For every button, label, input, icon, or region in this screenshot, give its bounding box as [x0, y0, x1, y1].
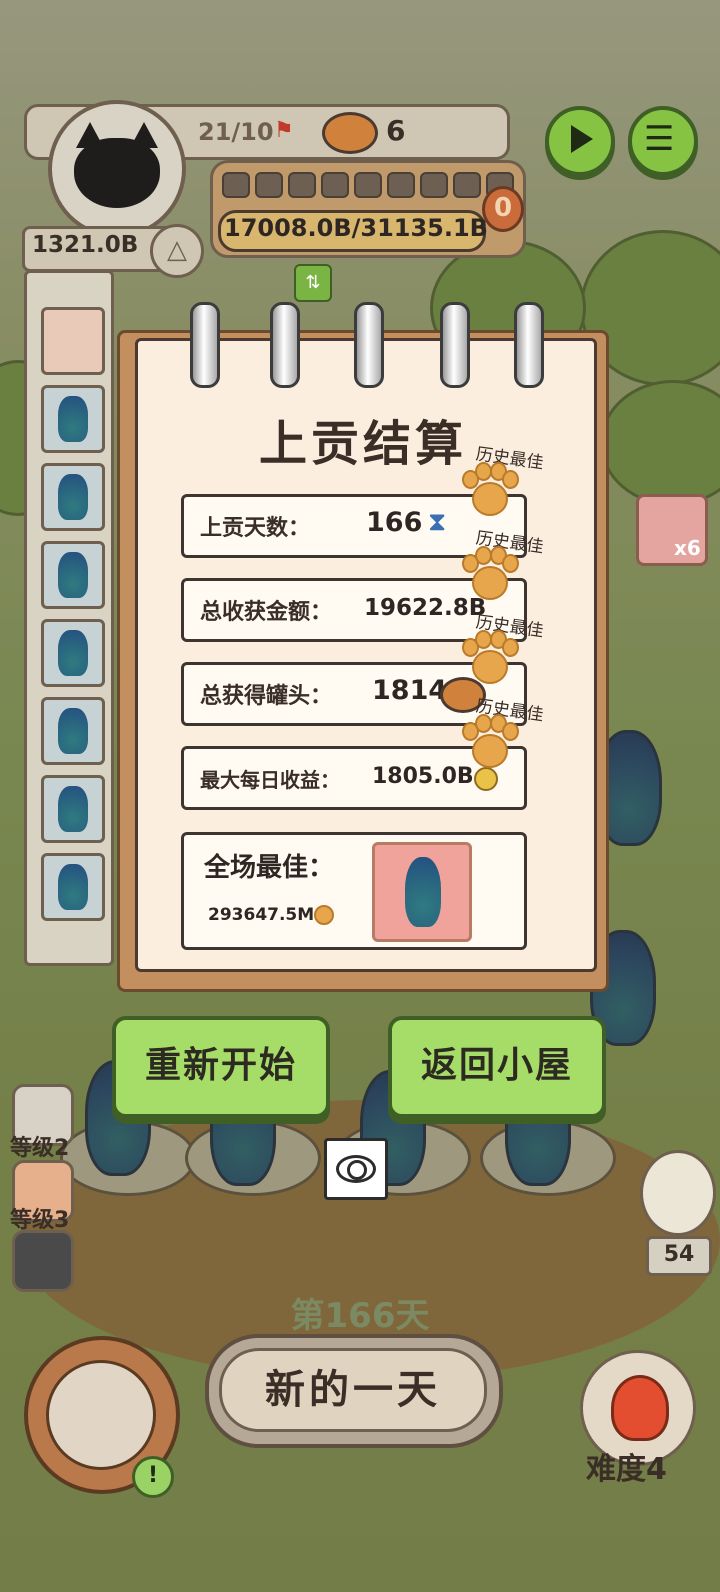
inventory-slot-scroll[interactable] — [41, 307, 105, 375]
coin-icon — [474, 767, 498, 791]
day-indicator: 第166天 — [290, 1296, 430, 1336]
fire-icon — [611, 1375, 669, 1441]
list-icon: ☰ — [644, 119, 675, 159]
return-home-button[interactable]: 返回小屋 — [388, 1016, 606, 1118]
binder-ring — [440, 302, 470, 388]
peacock-icon — [58, 708, 88, 754]
best-label: 全场最佳： — [204, 853, 335, 883]
inventory-slot[interactable] — [41, 385, 105, 453]
new-day-button[interactable]: 新的一天 — [205, 1334, 503, 1448]
red-badge[interactable]: 0 — [482, 186, 524, 232]
inventory-slot[interactable] — [41, 463, 105, 531]
side-money-value: 1321.0B — [32, 232, 139, 258]
paw-stamp-icon — [460, 462, 519, 518]
inventory-slot[interactable] — [41, 775, 105, 843]
peacock-icon — [58, 396, 88, 442]
inventory-panel — [24, 270, 114, 966]
peacock-icon — [58, 630, 88, 676]
can-icon — [322, 112, 378, 154]
clown-avatar — [46, 1360, 156, 1470]
binder-ring — [270, 302, 300, 388]
flag-icon: ⚑ — [274, 118, 294, 143]
player-avatar[interactable] — [48, 100, 186, 238]
stat-label: 总获得罐头： — [200, 684, 333, 709]
inventory-slot[interactable] — [41, 541, 105, 609]
game-scene: 21/10 ⚑ 6 17008.0B/31135.1B 0 1321.0B △ … — [0, 0, 720, 1592]
binder-ring — [514, 302, 544, 388]
new-day-label: 新的一天 — [219, 1348, 487, 1432]
stat-label: 上贡天数： — [200, 516, 311, 541]
stat-label: 最大每日收益： — [200, 768, 340, 792]
owl-character[interactable] — [640, 1150, 716, 1236]
level-progress: 21/10 — [198, 118, 274, 146]
paw-stamp-icon — [460, 546, 519, 602]
peek-button[interactable] — [324, 1138, 388, 1200]
peacock-icon — [58, 786, 88, 832]
stat-label: 总收获金额： — [200, 600, 333, 625]
level-label: 等级2 — [10, 1136, 70, 1161]
inventory-slot[interactable] — [41, 853, 105, 921]
binder-ring — [190, 302, 220, 388]
black-cat-icon — [74, 138, 160, 208]
progress-meter — [222, 172, 519, 202]
peacock-icon — [58, 864, 88, 910]
best-animal-box: 全场最佳： 293647.5M — [181, 832, 527, 950]
alert-icon[interactable]: ! — [132, 1456, 174, 1498]
play-icon — [571, 125, 593, 153]
restart-button[interactable]: 重新开始 — [112, 1016, 330, 1118]
counter-badge: 54 — [646, 1236, 712, 1276]
money-value: 17008.0B/31135.1B — [224, 214, 488, 242]
menu-button[interactable]: ☰ — [628, 106, 698, 176]
inventory-slot[interactable] — [41, 619, 105, 687]
inventory-slot[interactable] — [41, 697, 105, 765]
best-animal-image — [372, 842, 472, 942]
can-count: 6 — [386, 114, 406, 147]
binder-ring — [354, 302, 384, 388]
paw-stamp-icon — [460, 630, 519, 686]
play-button[interactable] — [545, 106, 615, 176]
sort-icon[interactable]: ⇅ — [294, 264, 332, 302]
paw-icon — [314, 905, 334, 925]
collapse-button[interactable]: △ — [150, 224, 204, 278]
peacock-icon — [405, 857, 441, 927]
side-item-multiplier: x6 — [674, 536, 701, 560]
stat-value: 1814 — [372, 675, 448, 706]
paw-stamp-icon — [460, 714, 519, 770]
dark-cat-button[interactable] — [12, 1230, 74, 1292]
stat-value: 166 — [366, 507, 423, 538]
hourglass-icon: ⧗ — [428, 507, 447, 537]
difficulty-label: 难度4 — [586, 1452, 667, 1487]
stat-value: 1805.0B — [372, 764, 474, 789]
peacock-icon — [58, 552, 88, 598]
peacock-icon — [58, 474, 88, 520]
best-value: 293647.5M — [208, 905, 315, 925]
